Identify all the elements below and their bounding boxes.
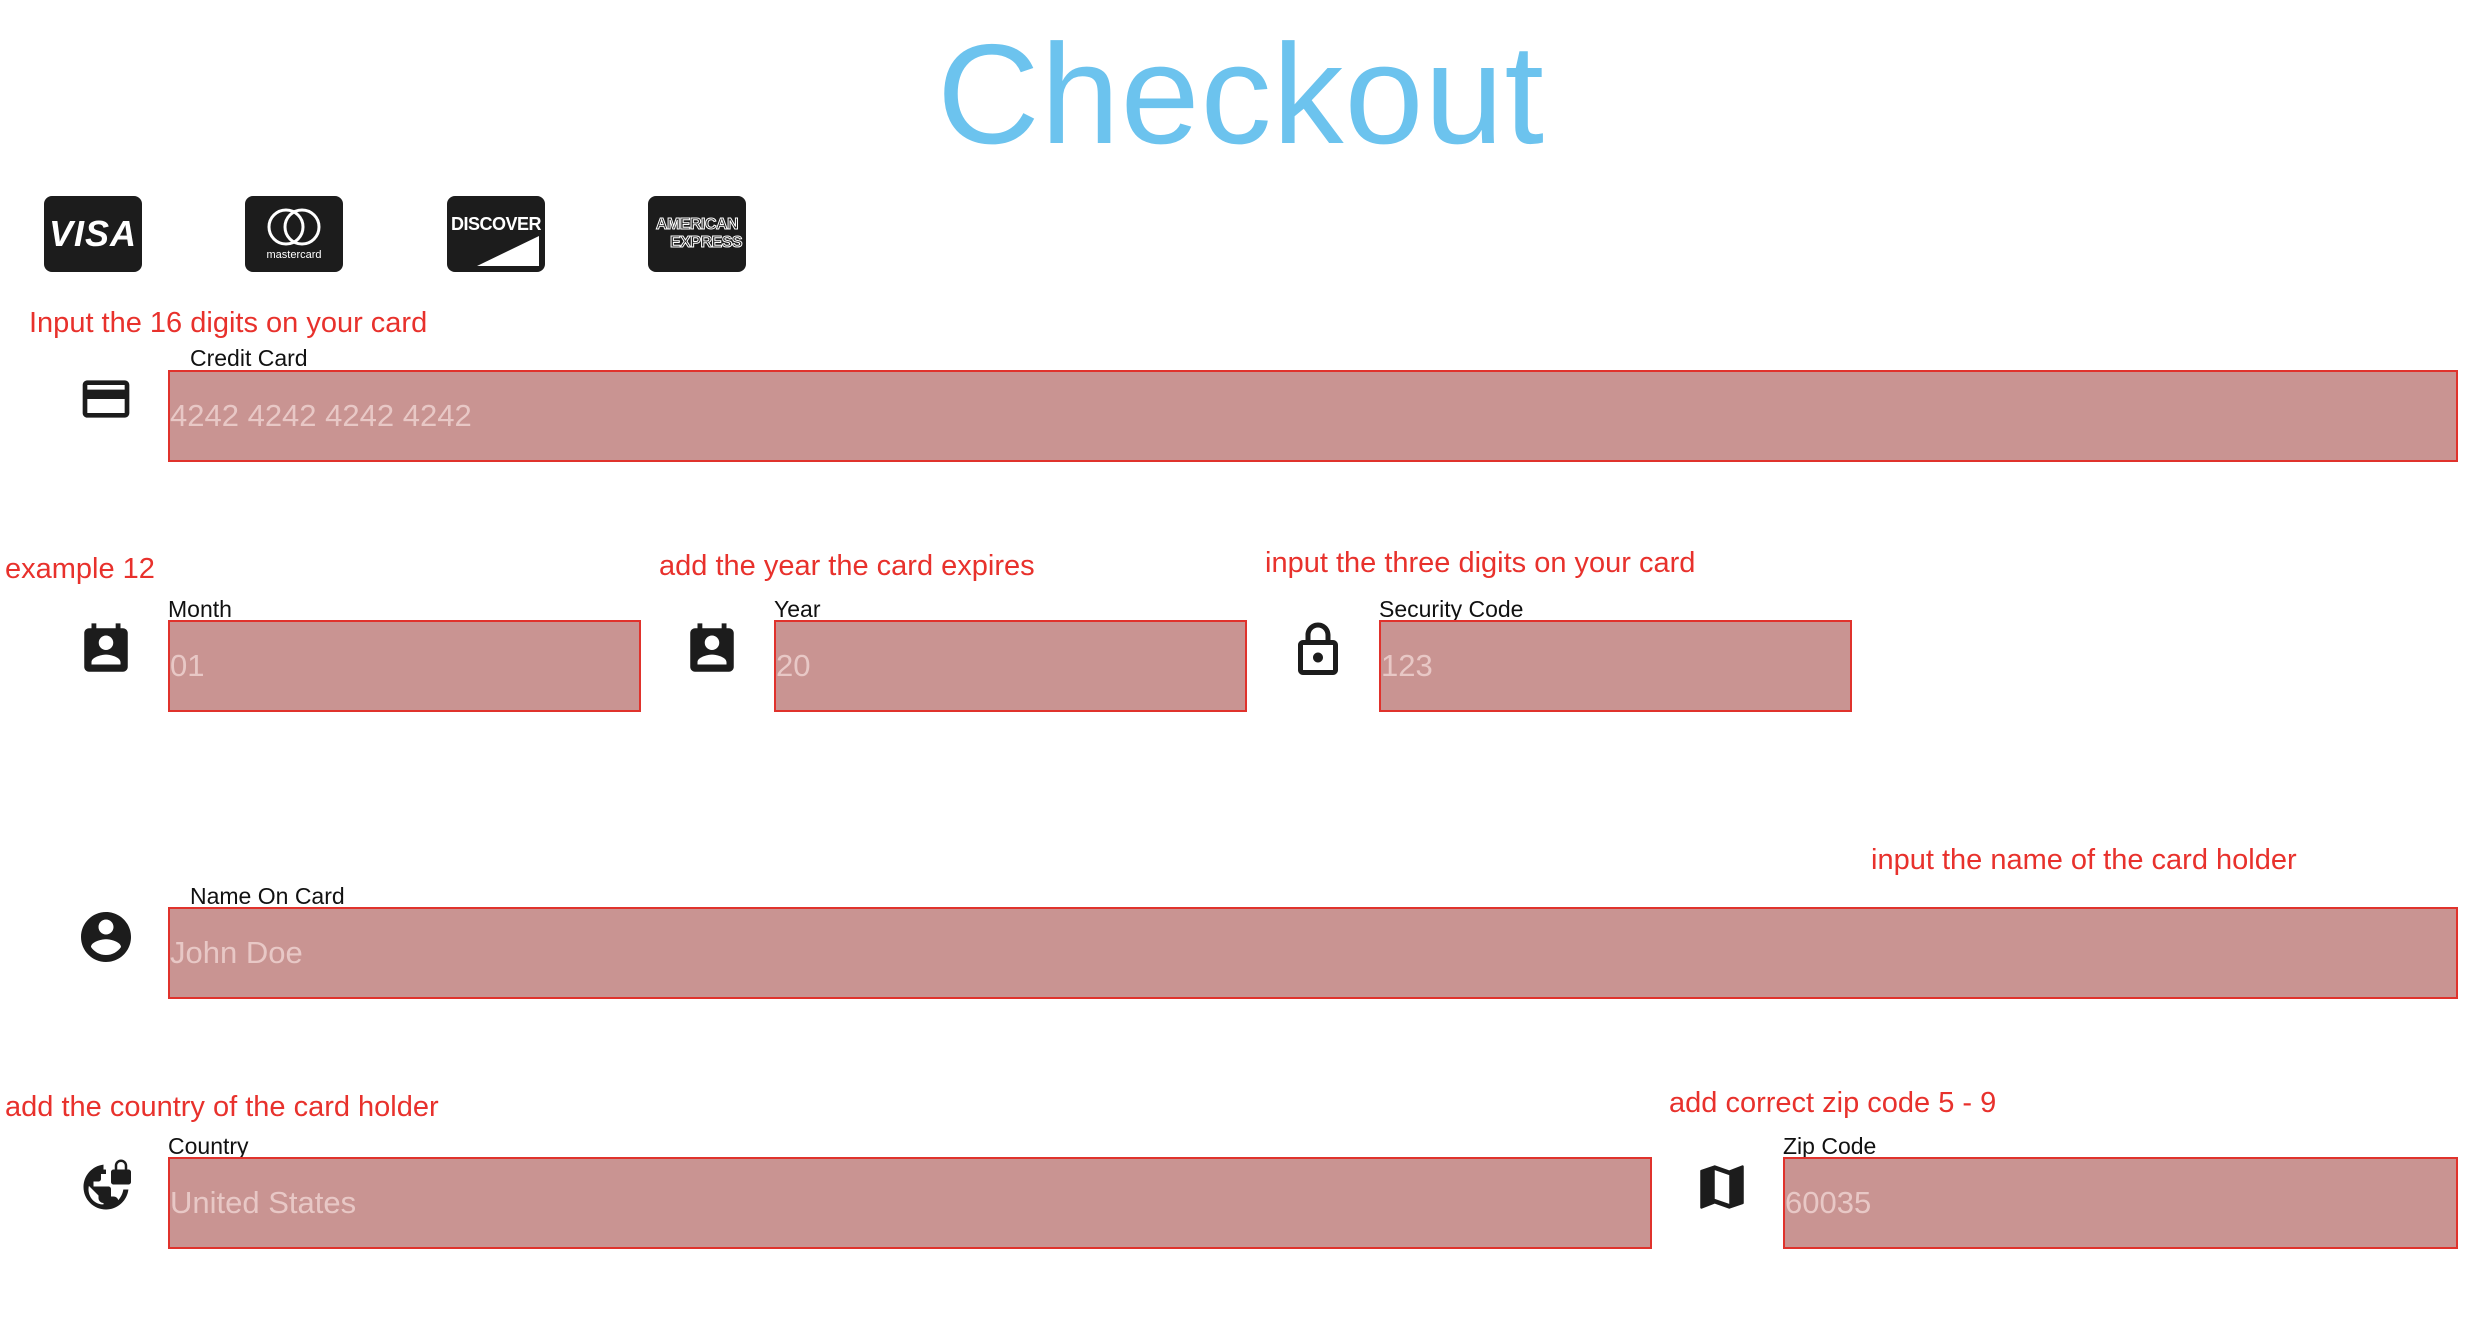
public-lock-icon (76, 1157, 136, 1217)
security-code-hint: input the three digits on your card (1265, 547, 1696, 579)
year-hint: add the year the card expires (659, 550, 1035, 582)
year-calendar-icon (682, 620, 742, 680)
american-express-logo: AMERICAN EXPRESS (648, 196, 746, 272)
credit-card-input[interactable] (168, 370, 2458, 462)
visa-logo: VISA (44, 196, 142, 272)
security-code-label: Security Code (1379, 596, 1524, 622)
amex-logo-line2: EXPRESS (669, 234, 743, 252)
name-on-card-label: Name On Card (190, 883, 345, 909)
name-on-card-hint: input the name of the card holder (1871, 844, 2297, 876)
page-title: Checkout (937, 15, 1545, 174)
amex-logo-line1: AMERICAN (655, 216, 739, 234)
security-code-input[interactable] (1379, 620, 1852, 712)
month-calendar-icon (76, 620, 136, 680)
name-on-card-input[interactable] (168, 907, 2458, 999)
country-label: Country (168, 1133, 249, 1159)
year-label: Year (774, 596, 821, 622)
mastercard-circles-icon (267, 208, 321, 246)
map-icon (1692, 1157, 1752, 1217)
mastercard-logo: mastercard (245, 196, 343, 272)
zip-code-hint: add correct zip code 5 - 9 (1669, 1087, 1997, 1119)
year-input[interactable] (774, 620, 1247, 712)
zip-code-input[interactable] (1783, 1157, 2458, 1249)
credit-card-hint: Input the 16 digits on your card (29, 307, 428, 339)
credit-card-label: Credit Card (190, 345, 308, 371)
visa-logo-text: VISA (48, 213, 138, 254)
discover-logo: DISCOVER (447, 196, 545, 272)
lock-icon (1288, 620, 1348, 680)
mastercard-logo-text: mastercard (266, 249, 322, 261)
month-label: Month (168, 596, 232, 622)
month-hint: example 12 (5, 553, 155, 585)
discover-logo-text: DISCOVER (450, 213, 542, 234)
credit-card-icon (76, 369, 136, 429)
account-circle-icon (76, 907, 136, 967)
zip-code-label: Zip Code (1783, 1133, 1877, 1159)
month-input[interactable] (168, 620, 641, 712)
country-hint: add the country of the card holder (5, 1091, 439, 1123)
country-input[interactable] (168, 1157, 1652, 1249)
